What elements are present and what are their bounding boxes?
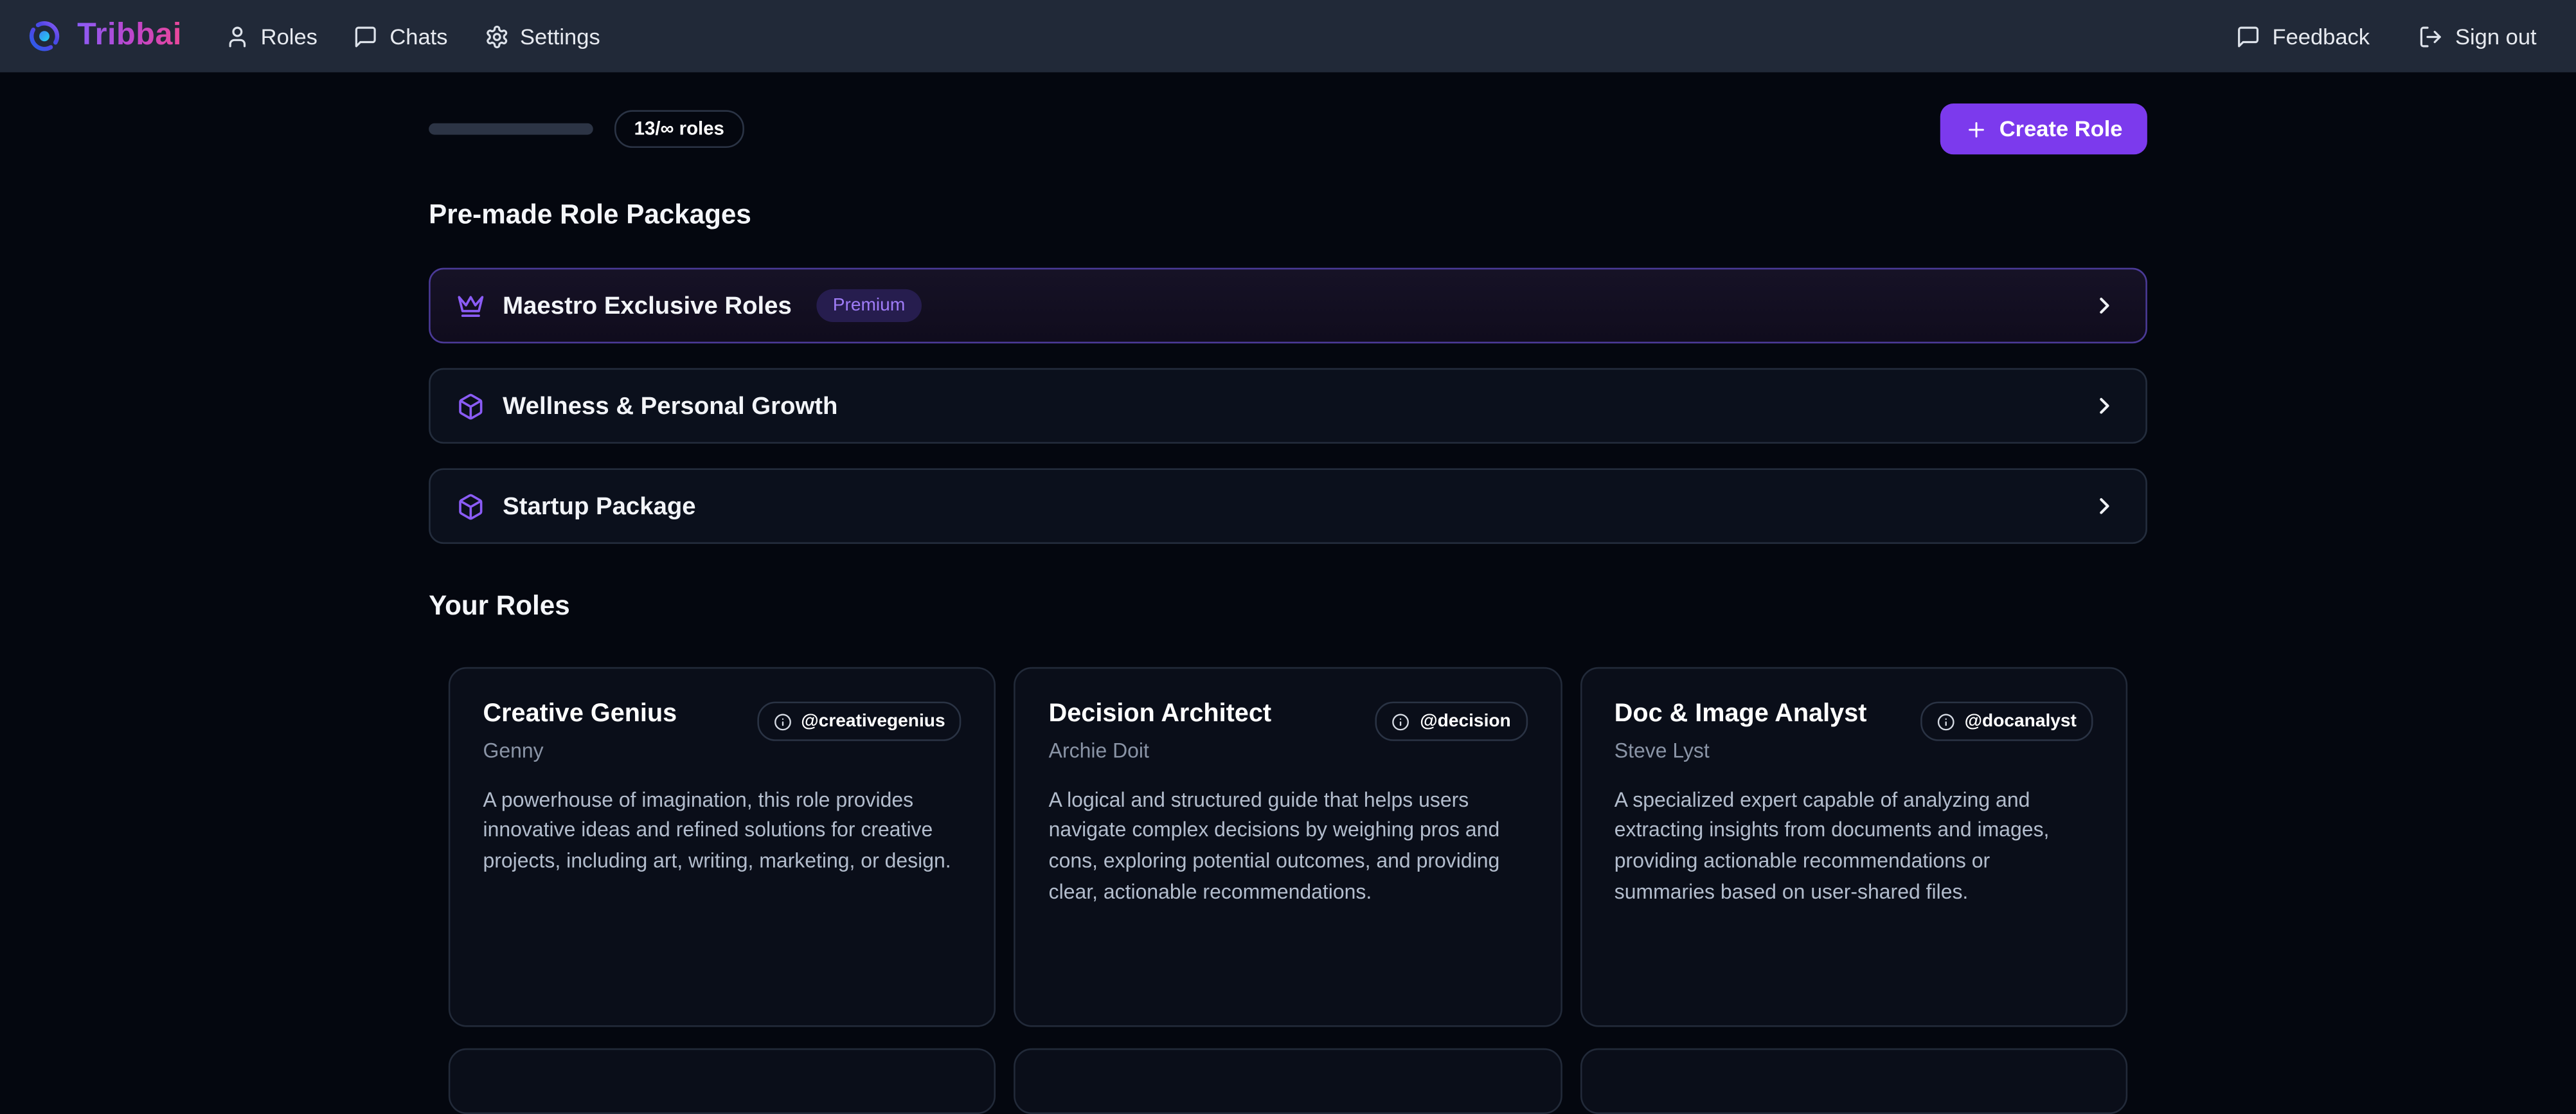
nav-item-settings[interactable]: Settings	[484, 24, 600, 48]
your-roles-heading: Your Roles	[429, 591, 2147, 623]
role-handle-badge[interactable]: @docanalyst	[1920, 701, 2093, 741]
package-title: Startup Package	[503, 492, 695, 520]
nav-item-label: Roles	[261, 24, 318, 48]
main-nav: Roles Chats Settings	[224, 24, 600, 48]
tribbai-logo-icon	[26, 18, 62, 54]
nav-item-label: Feedback	[2273, 24, 2370, 48]
nav-item-label: Settings	[520, 24, 600, 48]
role-card[interactable]	[1014, 1048, 1562, 1114]
create-role-label: Create Role	[1999, 116, 2123, 141]
app-root: Tribbai Roles Chats	[0, 0, 2576, 1053]
role-title: Decision Architect	[1049, 700, 1271, 731]
package-title: Wellness & Personal Growth	[503, 392, 837, 420]
role-description: A powerhouse of imagination, this role p…	[483, 785, 962, 877]
role-handle: @decision	[1420, 712, 1511, 732]
user-icon	[224, 24, 249, 48]
package-row-wellness-personal-growth[interactable]: Wellness & Personal Growth	[429, 368, 2147, 444]
crown-icon	[457, 292, 485, 319]
role-title: Creative Genius	[483, 700, 677, 731]
create-role-button[interactable]: Create Role	[1940, 103, 2147, 154]
role-handle: @docanalyst	[1965, 712, 2077, 732]
role-card-grid: Creative Genius Genny @creativegenius A …	[429, 667, 2147, 1027]
chat-icon	[353, 24, 378, 48]
roles-count-badge: 13/∞ roles	[614, 110, 744, 148]
premade-packages-heading: Pre-made Role Packages	[429, 201, 2147, 232]
role-card-decision-architect[interactable]: Decision Architect Archie Doit @decision…	[1014, 667, 1562, 1027]
package-list: Maestro Exclusive Roles Premium Wellness…	[429, 268, 2147, 544]
chevron-right-icon	[2091, 393, 2118, 419]
role-description: A specialized expert capable of analyzin…	[1614, 785, 2093, 908]
nav-item-roles[interactable]: Roles	[224, 24, 317, 48]
premium-badge: Premium	[816, 289, 922, 322]
nav-item-label: Sign out	[2455, 24, 2537, 48]
chevron-right-icon	[2091, 493, 2118, 519]
nav-item-sign-out[interactable]: Sign out	[2419, 24, 2537, 48]
role-persona: Genny	[483, 739, 677, 762]
info-icon	[1936, 712, 1954, 730]
nav-item-chats[interactable]: Chats	[353, 24, 447, 48]
role-card[interactable]	[449, 1048, 996, 1114]
brand-logo[interactable]: Tribbai	[26, 18, 182, 54]
package-row-maestro-exclusive-roles[interactable]: Maestro Exclusive Roles Premium	[429, 268, 2147, 344]
main-content: 13/∞ roles Create Role Pre-made Role Pac…	[0, 72, 2576, 1114]
role-card-creative-genius[interactable]: Creative Genius Genny @creativegenius A …	[449, 667, 996, 1027]
role-description: A logical and structured guide that help…	[1049, 785, 1528, 908]
plus-icon	[1965, 118, 1988, 141]
role-title: Doc & Image Analyst	[1614, 700, 1867, 731]
role-card[interactable]	[1580, 1048, 2127, 1114]
chat-icon	[2236, 24, 2260, 48]
role-card-doc-image-analyst[interactable]: Doc & Image Analyst Steve Lyst @docanaly…	[1580, 667, 2127, 1027]
info-icon	[773, 712, 791, 730]
role-handle: @creativegenius	[801, 712, 945, 732]
nav-item-label: Chats	[389, 24, 447, 48]
role-handle-badge[interactable]: @decision	[1375, 701, 1527, 741]
package-row-startup-package[interactable]: Startup Package	[429, 468, 2147, 544]
navbar: Tribbai Roles Chats	[0, 0, 2576, 72]
nav-item-feedback[interactable]: Feedback	[2236, 24, 2370, 48]
role-handle-badge[interactable]: @creativegenius	[756, 701, 962, 741]
roles-toolbar: 13/∞ roles Create Role	[429, 103, 2147, 154]
role-persona: Archie Doit	[1049, 739, 1271, 762]
roles-progress-bar	[429, 123, 593, 135]
package-icon	[457, 492, 485, 520]
package-icon	[457, 392, 485, 420]
info-icon	[1392, 712, 1410, 730]
sign-out-icon	[2419, 24, 2444, 48]
role-persona: Steve Lyst	[1614, 739, 1867, 762]
role-card-grid-next-row	[429, 1048, 2147, 1114]
package-title: Maestro Exclusive Roles	[503, 292, 792, 319]
brand-name: Tribbai	[77, 18, 182, 54]
chevron-right-icon	[2091, 292, 2118, 319]
gear-icon	[484, 24, 508, 48]
